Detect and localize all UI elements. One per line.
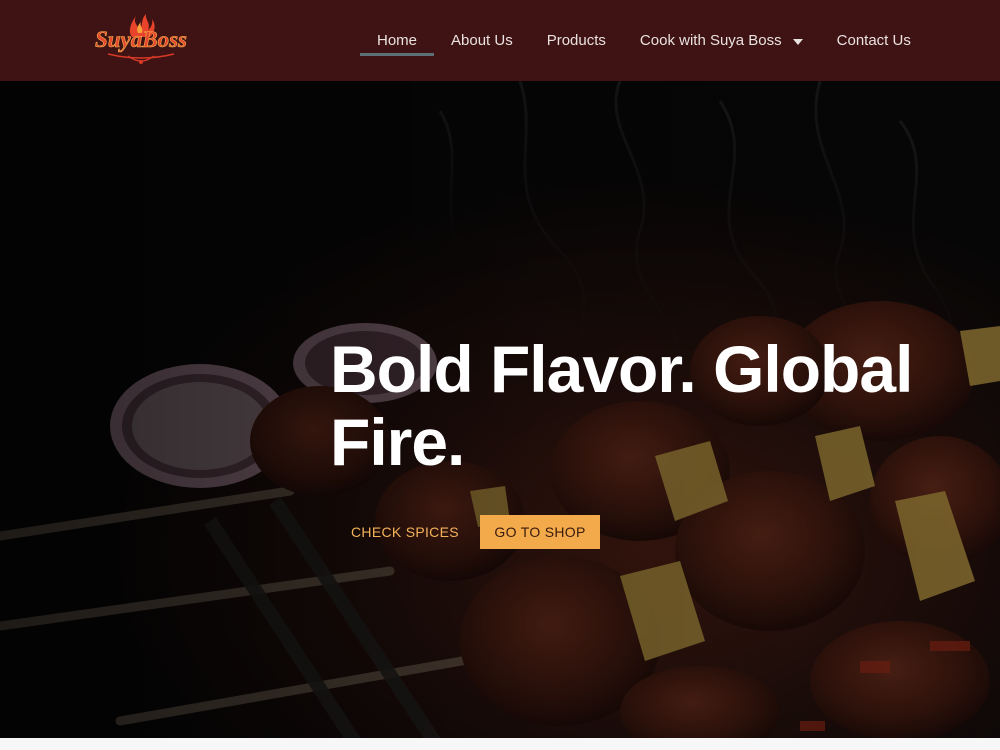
nav-label: Cook with Suya Boss [639, 32, 782, 49]
check-spices-button[interactable]: CHECK SPICES [336, 515, 474, 548]
main-nav: Home About Us Products Cook with Suya Bo… [360, 0, 928, 81]
nav-label: About Us [451, 32, 513, 49]
nav-label: Contact Us [836, 32, 911, 49]
nav-label: Home [377, 32, 418, 49]
suyaboss-logo[interactable]: SuyaBoss [88, 10, 194, 68]
nav-item-home[interactable]: Home [360, 0, 435, 81]
nav-item-products[interactable]: Products [530, 0, 623, 81]
caret-down-icon[interactable] [792, 38, 803, 45]
page-bottom-edge [0, 738, 1000, 750]
nav-item-cook-with-suya-boss[interactable]: Cook with Suya Boss [623, 0, 820, 81]
hero-headline: Bold Flavor. Global Fire. [330, 332, 913, 479]
site-header: SuyaBoss Home About Us Products Cook wit… [0, 0, 1000, 81]
nav-item-about-us[interactable]: About Us [434, 0, 530, 81]
go-to-shop-button[interactable]: GO TO SHOP [480, 515, 600, 549]
nav-label: Products [546, 32, 606, 49]
logo-wordmark: SuyaBoss [95, 27, 187, 52]
nav-item-contact-us[interactable]: Contact Us [820, 0, 928, 81]
hero-section: Bold Flavor. Global Fire. CHECK SPICES G… [0, 81, 1000, 750]
